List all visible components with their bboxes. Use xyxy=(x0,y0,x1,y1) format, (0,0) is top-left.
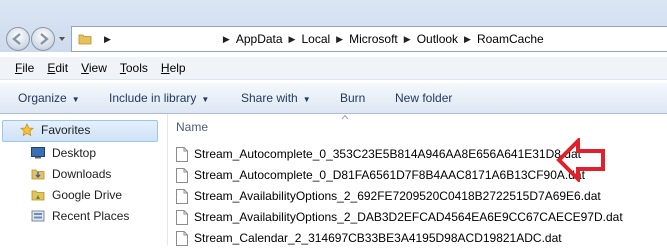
star-icon xyxy=(20,123,34,137)
downloads-folder-icon xyxy=(31,169,45,180)
forward-arrow-icon xyxy=(40,33,49,45)
file-name: Stream_Autocomplete_0_353C23E5B814A946AA… xyxy=(194,147,581,161)
menu-bar: File Edit View Tools Help xyxy=(0,57,667,80)
menu-edit[interactable]: Edit xyxy=(40,61,74,75)
share-with-button[interactable]: Share with ▼ xyxy=(241,91,311,105)
desktop-icon xyxy=(31,147,45,159)
sidebar-item-favorites[interactable]: Favorites xyxy=(20,123,90,137)
file-name: Stream_Calendar_2_314697CB33BE3A4195D98A… xyxy=(194,231,562,245)
sidebar-item-label: Google Drive xyxy=(52,188,123,202)
breadcrumb-separator-icon[interactable]: ▶ xyxy=(330,34,349,45)
address-toolbar: ▶ ▶ AppData ▶ Local ▶ Microsoft ▶ Outloo… xyxy=(0,0,667,52)
new-folder-button[interactable]: New folder xyxy=(395,91,452,105)
back-arrow-icon xyxy=(12,33,21,45)
file-row[interactable]: Stream_Autocomplete_0_353C23E5B814A946AA… xyxy=(176,144,581,164)
sidebar-item-label: Favorites xyxy=(41,123,91,137)
breadcrumb-roamcache[interactable]: RoamCache xyxy=(477,32,544,46)
google-drive-folder-icon xyxy=(31,190,45,201)
address-bar[interactable]: ▶ ▶ AppData ▶ Local ▶ Microsoft ▶ Outloo… xyxy=(71,26,667,52)
sort-chevron-icon xyxy=(341,114,349,120)
breadcrumb-outlook[interactable]: Outlook xyxy=(417,32,458,46)
sidebar-item-label: Downloads xyxy=(52,167,112,181)
breadcrumb-local[interactable]: Local xyxy=(301,32,330,46)
column-header-name[interactable]: Name xyxy=(176,120,208,134)
annotation-arrow-icon xyxy=(556,138,605,182)
forward-button[interactable] xyxy=(31,27,55,51)
breadcrumb-separator-icon[interactable]: ▶ xyxy=(283,34,302,45)
chevron-down-icon: ▼ xyxy=(201,95,210,104)
include-in-library-button[interactable]: Include in library ▼ xyxy=(109,91,209,105)
menu-help[interactable]: Help xyxy=(154,61,192,75)
file-row[interactable]: Stream_Autocomplete_0_D81FA6561D7F8B4AAC… xyxy=(176,165,585,185)
breadcrumb-appdata[interactable]: AppData xyxy=(236,32,283,46)
folder-icon xyxy=(78,34,92,45)
file-icon xyxy=(176,146,188,162)
chevron-down-icon: ▼ xyxy=(302,95,311,104)
recent-places-icon xyxy=(31,210,45,222)
sidebar-item-label: Desktop xyxy=(52,146,97,160)
file-icon xyxy=(176,230,188,246)
file-name: Stream_AvailabilityOptions_2_DAB3D2EFCAD… xyxy=(194,210,623,224)
navigation-pane: Favorites Desktop Downloads Google Drive… xyxy=(0,114,160,245)
breadcrumb-separator-icon[interactable]: ▶ xyxy=(398,34,417,45)
breadcrumb: ▶ ▶ AppData ▶ Local ▶ Microsoft ▶ Outloo… xyxy=(94,27,544,51)
file-row[interactable]: Stream_AvailabilityOptions_2_DAB3D2EFCAD… xyxy=(176,207,623,227)
sidebar-item-recent-places[interactable]: Recent Places xyxy=(31,209,129,223)
back-button[interactable] xyxy=(6,27,30,51)
command-bar: Organize ▼ Include in library ▼ Share with… xyxy=(0,82,667,114)
file-icon xyxy=(176,188,188,204)
file-row[interactable]: Stream_Calendar_2_314697CB33BE3A4195D98A… xyxy=(176,228,562,248)
sidebar-item-desktop[interactable]: Desktop xyxy=(31,146,96,160)
sidebar-item-google-drive[interactable]: Google Drive xyxy=(31,188,122,202)
menu-tools[interactable]: Tools xyxy=(113,61,154,75)
file-icon xyxy=(176,209,188,225)
recent-pages-dropdown-icon[interactable] xyxy=(58,35,66,43)
file-name: Stream_AvailabilityOptions_2_692FE720952… xyxy=(194,189,601,203)
breadcrumb-separator-icon[interactable]: ▶ xyxy=(458,34,477,45)
organize-button[interactable]: Organize ▼ xyxy=(18,91,80,105)
file-row[interactable]: Stream_AvailabilityOptions_2_692FE720952… xyxy=(176,186,601,206)
file-name: Stream_Autocomplete_0_D81FA6561D7F8B4AAC… xyxy=(194,168,585,182)
menu-file[interactable]: File xyxy=(0,61,40,75)
sidebar-item-label: Recent Places xyxy=(52,209,130,223)
chevron-down-icon: ▼ xyxy=(71,95,80,104)
menu-view[interactable]: View xyxy=(74,61,113,75)
file-icon xyxy=(176,167,188,183)
sidebar-item-downloads[interactable]: Downloads xyxy=(31,167,111,181)
breadcrumb-microsoft[interactable]: Microsoft xyxy=(349,32,398,46)
breadcrumb-separator-icon[interactable]: ▶ xyxy=(98,34,117,45)
breadcrumb-separator-icon[interactable]: ▶ xyxy=(217,34,236,45)
burn-button[interactable]: Burn xyxy=(340,91,365,105)
